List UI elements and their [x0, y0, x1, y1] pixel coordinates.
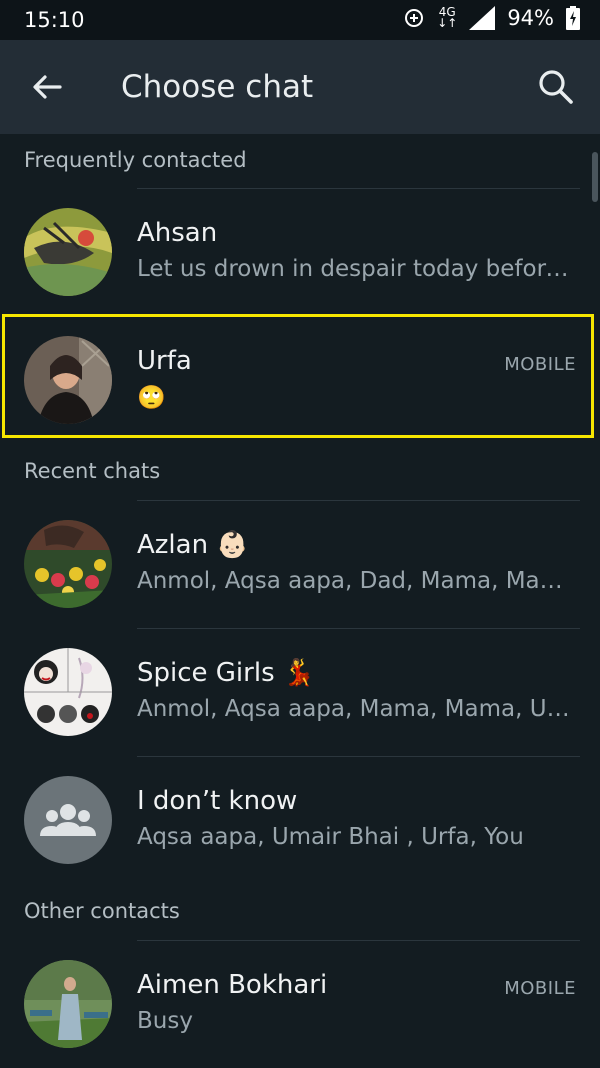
battery-percentage: 94% — [507, 6, 554, 30]
avatar-image — [24, 648, 112, 736]
section-header-other: Other contacts — [24, 899, 180, 923]
network-arrows-icon: ↓↑ — [437, 16, 458, 30]
chat-participants: Anmol, Aqsa aapa, Mama, Mama, Urfa... — [137, 696, 577, 722]
avatar-image — [24, 208, 112, 296]
contact-status: Busy — [137, 1008, 193, 1034]
avatar — [24, 648, 112, 736]
contact-status: Let us drown in despair today before h..… — [137, 256, 577, 282]
contact-name: Aimen Bokhari — [137, 970, 328, 1000]
avatar — [24, 336, 112, 424]
avatar — [24, 776, 112, 864]
status-icons: 4G ↓↑ 94% — [403, 6, 580, 30]
search-icon[interactable] — [536, 67, 576, 107]
chat-name: Azlan 👶🏻 — [137, 530, 249, 560]
group-icon — [40, 804, 96, 836]
chat-name: Spice Girls 💃 — [137, 658, 316, 688]
avatar — [24, 960, 112, 1048]
back-arrow-icon[interactable] — [28, 68, 66, 106]
contact-name: Ahsan — [137, 218, 218, 248]
avatar-image — [24, 336, 112, 424]
contact-row-aimen-bokhari[interactable]: Aimen Bokhari Busy MOBILE — [0, 940, 600, 1068]
section-header-recent: Recent chats — [24, 459, 161, 483]
contact-type-label: MOBILE — [504, 354, 576, 375]
page-title: Choose chat — [121, 69, 314, 105]
chat-participants: Anmol, Aqsa aapa, Dad, Mama, Mama,... — [137, 568, 577, 594]
avatar — [24, 208, 112, 296]
status-time: 15:10 — [24, 8, 85, 32]
signal-icon — [469, 6, 496, 30]
contact-status: 🙄 — [137, 385, 166, 411]
contact-row-ahsan[interactable]: Ahsan Let us drown in despair today befo… — [0, 188, 600, 316]
network-type-indicator: 4G ↓↑ — [437, 6, 458, 30]
battery-charging-icon — [566, 6, 580, 30]
avatar — [24, 520, 112, 608]
section-header-frequent: Frequently contacted — [24, 148, 247, 172]
contact-type-label: MOBILE — [504, 978, 576, 999]
app-bar: Choose chat — [0, 40, 600, 134]
avatar-image — [24, 520, 112, 608]
contact-row-urfa[interactable]: Urfa 🙄 MOBILE — [0, 316, 600, 444]
chat-row-azlan[interactable]: Azlan 👶🏻 Anmol, Aqsa aapa, Dad, Mama, Ma… — [0, 500, 600, 628]
avatar-image — [24, 960, 112, 1048]
status-bar: 15:10 4G ↓↑ 94% — [0, 0, 600, 40]
chat-name: I don’t know — [137, 786, 298, 816]
contact-name: Urfa — [137, 346, 192, 376]
chat-participants: Aqsa aapa, Umair Bhai , Urfa, You — [137, 824, 524, 850]
chat-row-i-dont-know[interactable]: I don’t know Aqsa aapa, Umair Bhai , Urf… — [0, 756, 600, 884]
chat-row-spice-girls[interactable]: Spice Girls 💃 Anmol, Aqsa aapa, Mama, Ma… — [0, 628, 600, 756]
data-saver-icon — [405, 9, 424, 27]
